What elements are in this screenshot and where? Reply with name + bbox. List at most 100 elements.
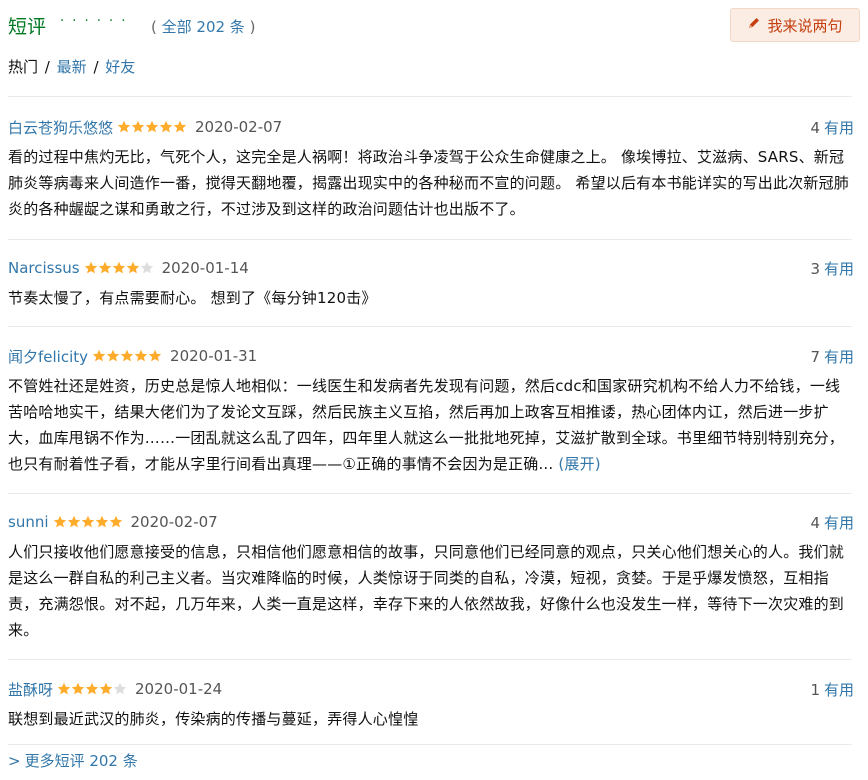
star-icon	[85, 682, 99, 695]
comment-user-link[interactable]: 闻夕felicity	[8, 346, 88, 367]
comment-item: 盐酥呀 2020-01-24 1 有用 联想到最近武汉的肺炎，传染病的传播与蔓延，…	[8, 678, 854, 732]
star-icon	[140, 261, 153, 274]
comment-text-content: 节奏太慢了，有点需要耐心。 想到了《每分钟120击》	[8, 289, 377, 307]
comment-date: 2020-01-24	[135, 680, 223, 698]
section-header: 短评 · · · · · · ( 全部 202 条 ) 我来说两句	[8, 8, 860, 44]
useful-count: 1	[810, 680, 820, 699]
comment-item: sunni 2020-02-07 4 有用 人们只接收他们愿意接受的信息，只相信他…	[8, 511, 854, 643]
comment-item: 白云苍狗乐悠悠 2020-02-07 4 有用 看的过程中焦灼无比，气死个人，这完…	[8, 116, 854, 222]
useful-vote[interactable]: 4 有用	[810, 117, 854, 138]
useful-vote[interactable]: 7 有用	[810, 346, 854, 367]
comment-text: 看的过程中焦灼无比，气死个人，这完全是人祸啊！将政治斗争凌驾于公众生命健康之上。…	[8, 144, 854, 222]
star-icon	[106, 349, 120, 362]
count-close-paren: )	[249, 18, 256, 36]
divider	[8, 326, 852, 327]
star-icon	[99, 682, 113, 695]
comment-date: 2020-02-07	[130, 513, 218, 531]
useful-count: 7	[810, 347, 820, 366]
more-reviews-label: 更多短评 202 条	[24, 752, 138, 770]
comment-user-link[interactable]: Narcissus	[8, 259, 80, 277]
star-icon	[131, 120, 145, 133]
useful-count: 3	[810, 259, 820, 278]
useful-label: 有用	[823, 347, 854, 366]
star-icon	[98, 261, 111, 274]
useful-vote[interactable]: 3 有用	[810, 258, 854, 279]
star-icon	[95, 515, 108, 528]
comment-text: 节奏太慢了，有点需要耐心。 想到了《每分钟120击》	[8, 285, 854, 311]
comment-text: 联想到最近武汉的肺炎，传染病的传播与蔓延，弄得人心惶惶	[8, 706, 854, 732]
comment-date: 2020-02-07	[195, 118, 283, 136]
comment-date: 2020-01-14	[161, 259, 249, 277]
rating-stars	[84, 261, 154, 275]
star-icon	[57, 682, 71, 695]
star-icon	[117, 120, 131, 133]
star-icon	[113, 682, 127, 695]
star-icon	[112, 261, 125, 274]
useful-count: 4	[810, 513, 820, 532]
comment-text: 不管姓社还是姓资，历史总是惊人地相似：一线医生和发病者先发现有问题，然后cdc和…	[8, 373, 854, 477]
expand-link[interactable]: (展开)	[558, 455, 601, 473]
tab-friends[interactable]: 好友	[105, 58, 135, 76]
title-dots: · · · · · ·	[60, 14, 128, 29]
comment-user-link[interactable]: 白云苍狗乐悠悠	[8, 117, 113, 138]
star-icon	[148, 349, 162, 362]
short-reviews-section: 短评 · · · · · · ( 全部 202 条 ) 我来说两句 热门 / 最…	[0, 0, 868, 780]
rating-stars	[57, 682, 127, 696]
star-icon	[84, 261, 97, 274]
comment-user-link[interactable]: sunni	[8, 513, 49, 531]
useful-vote[interactable]: 1 有用	[810, 679, 854, 700]
star-icon	[92, 349, 106, 362]
comment-item: Narcissus 2020-01-14 3 有用 节奏太慢了，有点需要耐心。 想…	[8, 257, 854, 311]
section-title: 短评	[8, 16, 47, 38]
star-icon	[134, 349, 148, 362]
write-review-button[interactable]: 我来说两句	[730, 8, 860, 42]
star-icon	[81, 515, 94, 528]
useful-label: 有用	[823, 513, 854, 532]
tab-separator: /	[44, 58, 50, 76]
tab-latest[interactable]: 最新	[57, 58, 87, 76]
star-icon	[71, 682, 85, 695]
divider	[8, 493, 852, 494]
useful-count: 4	[810, 118, 820, 137]
star-icon	[67, 515, 80, 528]
divider	[8, 239, 852, 240]
divider	[8, 659, 852, 660]
write-review-label: 我来说两句	[767, 16, 843, 35]
rating-stars	[117, 120, 187, 134]
comment-header: 闻夕felicity 2020-01-31 7 有用	[8, 345, 854, 367]
comment-text-content: 联想到最近武汉的肺炎，传染病的传播与蔓延，弄得人心惶惶	[8, 710, 419, 728]
star-icon	[126, 261, 139, 274]
more-reviews-link[interactable]: > 更多短评 202 条	[8, 750, 138, 771]
divider	[8, 96, 852, 97]
comment-date: 2020-01-31	[170, 347, 258, 365]
star-icon	[53, 515, 66, 528]
comment-user-link[interactable]: 盐酥呀	[8, 679, 53, 700]
comment-header: 白云苍狗乐悠悠 2020-02-07 4 有用	[8, 116, 854, 138]
tab-hot[interactable]: 热门	[8, 58, 38, 76]
comment-header: sunni 2020-02-07 4 有用	[8, 511, 854, 533]
comment-text-content: 不管姓社还是姓资，历史总是惊人地相似：一线医生和发病者先发现有问题，然后cdc和…	[8, 377, 845, 473]
star-icon	[173, 120, 187, 133]
chevron-right-icon: >	[8, 752, 21, 770]
pencil-icon	[747, 16, 761, 34]
comment-header: Narcissus 2020-01-14 3 有用	[8, 257, 854, 279]
comment-item: 闻夕felicity 2020-01-31 7 有用 不管姓社还是姓资，历史总是惊…	[8, 345, 854, 477]
comment-text: 人们只接收他们愿意接受的信息，只相信他们愿意相信的故事，只同意他们已经同意的观点…	[8, 539, 854, 643]
comment-text-content: 看的过程中焦灼无比，气死个人，这完全是人祸啊！将政治斗争凌驾于公众生命健康之上。…	[8, 148, 849, 218]
all-reviews-link[interactable]: 全部 202 条	[162, 18, 245, 36]
star-icon	[109, 515, 122, 528]
all-reviews-count: ( 全部 202 条 )	[151, 16, 255, 37]
divider	[8, 744, 852, 745]
count-open-paren: (	[151, 18, 157, 36]
sort-tabs: 热门 / 最新 / 好友	[8, 56, 135, 77]
star-icon	[145, 120, 159, 133]
comment-header: 盐酥呀 2020-01-24 1 有用	[8, 678, 854, 700]
useful-label: 有用	[823, 118, 854, 137]
useful-label: 有用	[823, 680, 854, 699]
rating-stars	[92, 349, 162, 363]
tab-separator: /	[93, 58, 99, 76]
useful-vote[interactable]: 4 有用	[810, 512, 854, 533]
star-icon	[159, 120, 173, 133]
comment-text-content: 人们只接收他们愿意接受的信息，只相信他们愿意相信的故事，只同意他们已经同意的观点…	[8, 543, 845, 639]
rating-stars	[53, 515, 123, 529]
